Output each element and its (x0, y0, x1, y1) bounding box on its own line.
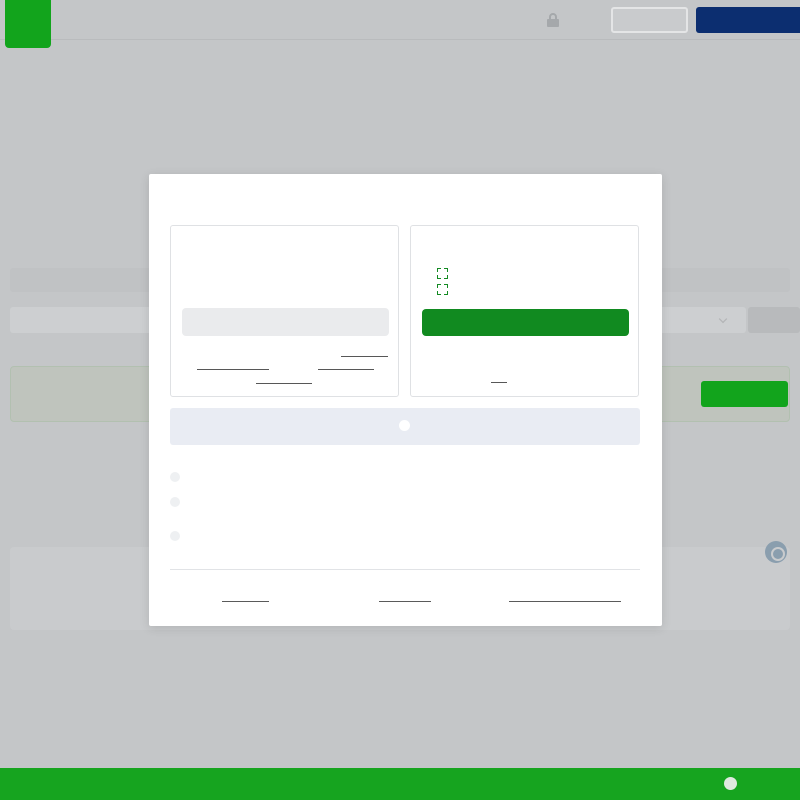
left-fine-print-link-3[interactable] (318, 369, 374, 370)
footer-bar (0, 768, 800, 800)
modal-divider (170, 569, 640, 570)
left-panel-button[interactable] (182, 308, 389, 336)
background-search-button[interactable] (748, 307, 800, 333)
lock-icon[interactable] (546, 12, 560, 28)
left-fine-print-link-1[interactable] (341, 356, 388, 357)
left-option-panel (170, 225, 399, 397)
footer-link-3-underline (509, 601, 621, 602)
check-icon (437, 268, 448, 279)
circle-icon (399, 420, 410, 431)
chat-icon[interactable] (724, 777, 737, 790)
login-button[interactable] (611, 7, 688, 33)
help-icon[interactable] (765, 541, 787, 563)
left-fine-print-link-4[interactable] (256, 383, 312, 384)
bullet-icon (170, 497, 180, 507)
brand-logo[interactable] (5, 0, 51, 48)
check-icon (437, 284, 448, 295)
bullet-icon (170, 472, 180, 482)
left-fine-print-link-2[interactable] (197, 369, 269, 370)
secondary-option-button[interactable] (170, 408, 640, 445)
modal-dialog (149, 174, 662, 626)
footer-link-1-underline (222, 601, 269, 602)
background-promo-button[interactable] (701, 381, 788, 407)
signup-button[interactable] (696, 7, 800, 33)
right-option-panel (410, 225, 639, 397)
bullet-icon (170, 531, 180, 541)
right-fine-print-link[interactable] (491, 382, 507, 383)
footer-link-2-underline (379, 601, 431, 602)
right-panel-button[interactable] (422, 309, 629, 336)
